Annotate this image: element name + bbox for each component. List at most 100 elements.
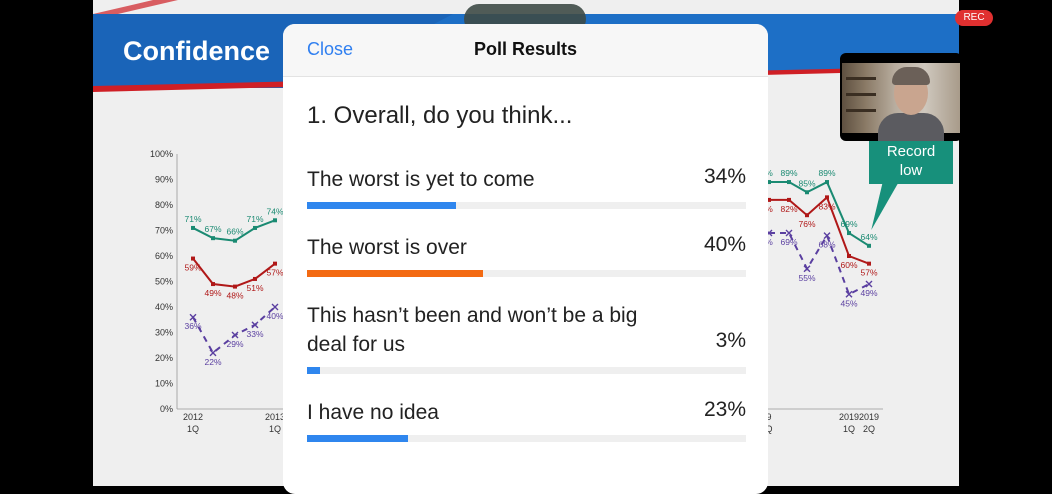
data-label: 64% — [860, 232, 877, 242]
presenter-hair — [892, 67, 930, 85]
data-point — [209, 349, 217, 357]
webcam-thumbnail[interactable] — [840, 53, 962, 141]
data-point — [847, 254, 851, 258]
y-tick-label: 50% — [155, 277, 173, 287]
x-tick-year: 2013 — [265, 412, 285, 422]
y-tick-label: 80% — [155, 200, 173, 210]
data-label: 76% — [798, 219, 815, 229]
x-tick-year: 2019 — [839, 412, 859, 422]
answer-bar-track — [307, 270, 746, 277]
data-point — [273, 218, 277, 223]
data-point — [825, 180, 829, 185]
poll-results-modal: Close Poll Results 1. Overall, do you th… — [283, 24, 768, 494]
data-label: 49% — [204, 288, 221, 298]
y-tick-label: 10% — [155, 379, 173, 389]
answer-label: The worst is yet to come — [307, 168, 535, 191]
y-tick-label: 60% — [155, 251, 173, 261]
data-label: 59% — [184, 263, 201, 273]
recording-badge: REC — [955, 10, 993, 26]
x-tick-quarter: 1Q — [843, 424, 855, 434]
modal-title: Poll Results — [473, 39, 578, 59]
answer-percent: 34% — [703, 165, 746, 188]
bookshelf-line — [846, 77, 876, 80]
x-tick-year: 2019 — [859, 412, 879, 422]
data-label: 89% — [818, 168, 835, 178]
x-tick-quarter: 1Q — [187, 424, 199, 434]
data-point — [847, 231, 851, 236]
data-label: 57% — [266, 268, 283, 278]
data-point — [825, 195, 829, 200]
presenter-body — [878, 113, 944, 141]
y-tick-label: 70% — [155, 226, 173, 236]
data-point — [191, 256, 195, 261]
callout-line-2: low — [899, 162, 923, 179]
answer-percent: 23% — [703, 398, 746, 421]
data-point — [233, 238, 237, 243]
answer-label: The worst is over — [307, 236, 467, 259]
answer-percent: 40% — [703, 233, 746, 256]
data-point — [253, 225, 257, 230]
data-point — [805, 190, 809, 195]
modal-header: Close Poll Results — [283, 24, 768, 77]
data-point — [189, 313, 197, 321]
answer-bar-fill — [307, 270, 483, 277]
data-label: 51% — [246, 283, 263, 293]
data-label: 82% — [780, 204, 797, 214]
data-label: 74% — [266, 206, 283, 216]
data-point — [191, 225, 195, 230]
data-label: 71% — [246, 214, 263, 224]
data-label: 67% — [204, 224, 221, 234]
answer-bar-track — [307, 202, 746, 209]
data-label: 40% — [266, 311, 283, 321]
data-label: 85% — [798, 178, 815, 188]
y-tick-label: 20% — [155, 353, 173, 363]
data-point — [211, 236, 215, 241]
answer-bar-fill — [307, 435, 408, 442]
data-point — [271, 303, 279, 311]
y-tick-label: 100% — [150, 149, 173, 159]
y-tick-label: 40% — [155, 302, 173, 312]
data-label: 57% — [860, 268, 877, 278]
x-tick-year: 2012 — [183, 412, 203, 422]
bookshelf-line — [846, 109, 876, 112]
data-point — [211, 282, 215, 287]
record-low-callout: Record low — [869, 140, 953, 184]
data-point — [787, 197, 791, 202]
answer-bar-track — [307, 367, 746, 374]
data-point — [253, 276, 257, 281]
x-tick-quarter: 2Q — [863, 424, 875, 434]
webcam-video — [842, 63, 960, 141]
answer-bar-fill — [307, 367, 321, 374]
poll-question: 1. Overall, do you think... — [307, 102, 573, 129]
data-point — [233, 284, 237, 289]
data-label: 36% — [184, 321, 201, 331]
answer-label: I have no idea — [307, 401, 439, 424]
data-label: 33% — [246, 329, 263, 339]
data-point — [867, 243, 871, 248]
bookshelf-line — [846, 93, 876, 96]
data-label: 68% — [818, 240, 835, 250]
data-label: 83% — [818, 201, 835, 211]
answer-label: This hasn’t been and won’t be a big deal… — [307, 304, 638, 356]
answer-bar-track — [307, 435, 746, 442]
data-point — [787, 180, 791, 185]
data-label: 89% — [780, 168, 797, 178]
y-tick-label: 90% — [155, 175, 173, 185]
data-label: 48% — [226, 291, 243, 301]
y-tick-label: 0% — [160, 404, 173, 414]
callout-line-1: Record — [886, 143, 936, 160]
data-point — [805, 213, 809, 218]
data-label: 66% — [226, 227, 243, 237]
answer-percent: 3% — [715, 329, 746, 352]
data-point — [867, 261, 871, 266]
data-label: 22% — [204, 357, 221, 367]
data-label: 71% — [184, 214, 201, 224]
data-label: 29% — [226, 339, 243, 349]
data-label: 69% — [840, 219, 857, 229]
data-point — [273, 261, 277, 266]
answer-bar-fill — [307, 202, 457, 209]
data-point — [785, 229, 793, 237]
x-tick-quarter: 1Q — [269, 424, 281, 434]
data-label: 60% — [840, 260, 857, 270]
data-label: 45% — [840, 298, 857, 308]
